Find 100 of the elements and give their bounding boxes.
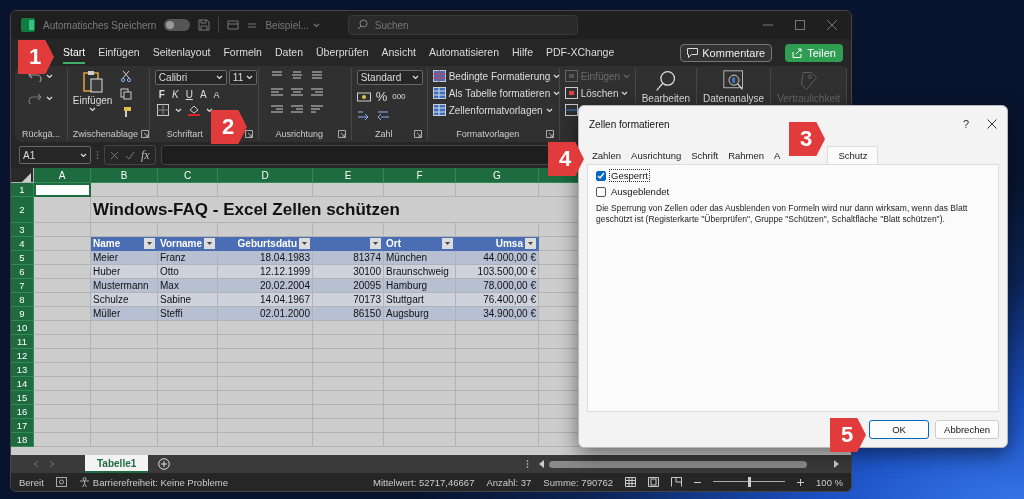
grid-cell[interactable] [456,335,539,349]
dialog-tab[interactable]: Rahmen [723,146,770,164]
grid-cell[interactable] [218,419,313,433]
grid-cell[interactable] [218,363,313,377]
column-header[interactable]: G [456,168,539,183]
macro-recorder-icon[interactable] [55,477,67,487]
grid-cell[interactable] [313,363,384,377]
grid-cell[interactable] [456,321,539,335]
filter-dropdown-icon[interactable] [370,238,381,249]
zoom-level[interactable]: 100 % [816,476,843,488]
thousands-button[interactable]: 000 [392,92,406,101]
grid-cell[interactable] [91,363,158,377]
dialog-launcher-icon[interactable] [545,129,554,138]
styles-menu-button[interactable]: Zellenformatvorlagen [432,104,553,116]
row-header[interactable]: 15 [11,391,34,405]
align-bottom-icon[interactable] [309,70,324,82]
ribbon-tab[interactable]: Seitenlayout [152,41,211,64]
grid-cell[interactable] [313,433,384,447]
ribbon-tab[interactable]: Formeln [223,41,262,64]
filter-dropdown-icon[interactable] [144,238,155,249]
grid-cell[interactable] [158,433,218,447]
filter-dropdown-icon[interactable] [299,238,310,249]
grid-cell[interactable] [218,335,313,349]
fill-color-icon[interactable] [187,104,200,116]
previous-sheet-icon[interactable] [33,460,39,468]
next-sheet-icon[interactable] [49,460,55,468]
align-center-icon[interactable] [289,87,304,99]
dialog-tab[interactable]: Schrift [686,146,724,164]
row-header[interactable]: 3 [11,223,34,237]
check-icon[interactable] [125,150,135,160]
grid-cell[interactable] [456,419,539,433]
checkbox-label[interactable]: Gesperrt [609,169,650,182]
row-header[interactable]: 4 [11,237,34,251]
document-icon[interactable] [227,19,240,31]
row-header[interactable]: 7 [11,279,34,293]
checkbox-label[interactable]: Ausgeblendet [609,185,672,198]
font-family-dropdown[interactable]: Calibri [154,70,227,85]
save-icon[interactable] [198,19,211,31]
row-header[interactable]: 18 [11,433,34,447]
grid-cell[interactable] [158,405,218,419]
grid-cell[interactable] [456,391,539,405]
name-box[interactable]: A1 [19,146,91,164]
scroll-left-icon[interactable] [539,460,545,468]
grid-cell[interactable] [313,405,384,419]
grid-cell[interactable] [91,377,158,391]
grid-cell[interactable] [158,363,218,377]
comments-button[interactable]: Kommentare [680,43,773,62]
maximize-icon[interactable] [795,20,805,30]
grid-cell[interactable] [313,183,384,197]
font-size-dropdown[interactable]: 11 [228,70,257,85]
shrink-font-button[interactable]: A [213,89,220,100]
grid-cell[interactable] [384,433,456,447]
grid-cell[interactable] [384,335,456,349]
grid-cell[interactable] [313,321,384,335]
dialog-tab[interactable]: Ausrichtung [626,146,687,164]
borders-icon[interactable] [156,104,169,116]
grid-cell[interactable] [384,377,456,391]
zoom-in-icon[interactable] [797,478,805,486]
grid-cell[interactable] [91,391,158,405]
insert-function-button[interactable]: fx [141,147,150,163]
column-header[interactable]: A [34,168,91,183]
grid-cell[interactable] [218,377,313,391]
grid-cell[interactable] [158,391,218,405]
grid-cell[interactable] [34,363,91,377]
cells-grid-icon[interactable] [564,104,578,116]
number-format-dropdown[interactable]: Standard [356,70,423,85]
row-header[interactable]: 6 [11,265,34,279]
ribbon-tab[interactable]: Ansicht [381,41,416,64]
cells-menu-button[interactable]: Löschen [564,87,629,99]
grid-cell[interactable] [456,349,539,363]
add-sheet-icon[interactable] [158,458,171,470]
decrease-indent-icon[interactable] [269,104,284,116]
column-header[interactable]: C [158,168,218,183]
column-header[interactable]: F [384,168,456,183]
dialog-tab[interactable]: Zahlen [587,146,627,164]
checkbox[interactable] [596,186,606,197]
column-header[interactable]: B [91,168,158,183]
row-header[interactable]: 9 [11,307,34,321]
grid-cell[interactable] [91,183,158,197]
row-header[interactable]: 5 [11,251,34,265]
dialog-button[interactable]: Abbrechen [935,420,999,439]
wrap-text-icon[interactable] [309,104,324,116]
filter-dropdown-icon[interactable] [525,238,536,249]
ribbon-tab[interactable]: Start [63,41,86,64]
grid-cell[interactable] [158,321,218,335]
grid-cell[interactable] [313,419,384,433]
align-left-icon[interactable] [269,87,284,99]
grid-cell[interactable] [91,419,158,433]
vertical-dots-icon[interactable] [526,459,529,469]
row-header[interactable]: 16 [11,405,34,419]
filter-dropdown-icon[interactable] [204,238,215,249]
grid-cell[interactable] [218,183,313,197]
styles-menu-button[interactable]: Bedingte Formatierung [432,70,561,82]
grid-cell[interactable] [158,335,218,349]
accessibility-status[interactable]: Barrierefreiheit: Keine Probleme [92,476,228,488]
grid-cell[interactable] [34,223,91,237]
redo-icon[interactable] [28,92,42,104]
accessibility-icon[interactable] [78,476,90,488]
grid-cell[interactable] [456,183,539,197]
grid-cell[interactable] [34,405,91,419]
